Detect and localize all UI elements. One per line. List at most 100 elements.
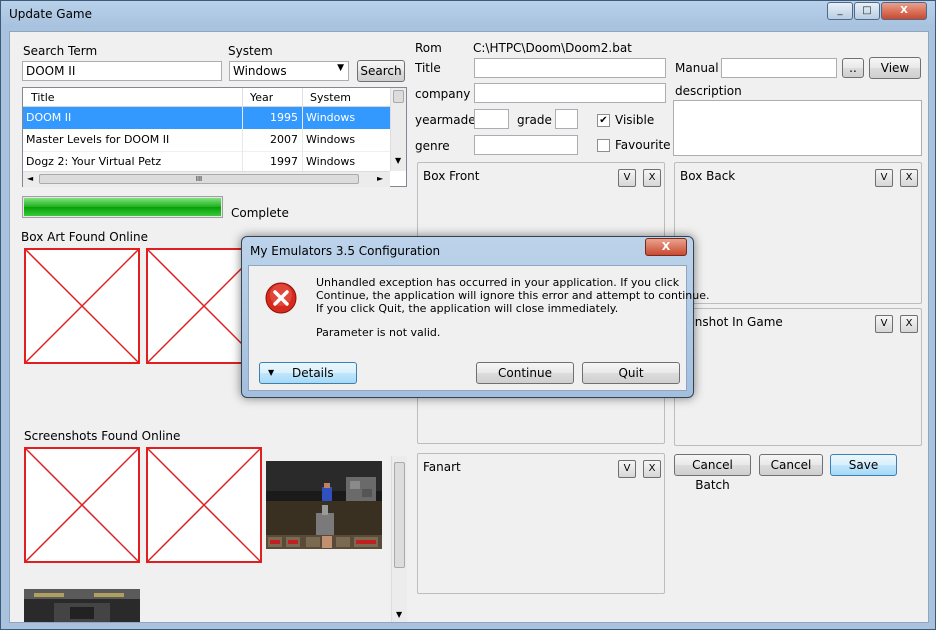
manual-input[interactable]	[721, 58, 837, 78]
chevron-down-icon: ▼	[337, 63, 344, 73]
screenshot-thumbnail[interactable]	[266, 461, 382, 549]
quit-button[interactable]: Quit	[582, 362, 680, 384]
list-horizontal-scrollbar[interactable]: ◄ III ►	[23, 171, 390, 187]
dialog-message-line: If you click Quit, the application will …	[316, 302, 619, 315]
triangle-down-icon: ▼	[268, 368, 275, 377]
column-header-title[interactable]: Title	[31, 91, 55, 104]
row-system: Windows	[306, 133, 356, 146]
box-back-remove-button[interactable]: X	[900, 169, 918, 187]
screenshots-vertical-scrollbar[interactable]: ▼	[391, 456, 407, 622]
fanart-panel: Fanart V X	[417, 453, 665, 594]
row-system: Windows	[306, 111, 356, 124]
progress-bar	[22, 196, 223, 218]
row-title: Master Levels for DOOM II	[26, 133, 170, 146]
list-vertical-scrollbar[interactable]: ▼	[390, 88, 406, 171]
maximize-button[interactable]: □	[854, 2, 880, 20]
screenshot-thumbnail[interactable]	[24, 589, 140, 622]
dialog-body: Unhandled exception has occurred in your…	[248, 265, 710, 391]
search-term-label: Search Term	[23, 44, 98, 58]
cancel-batch-button[interactable]: Cancel Batch	[674, 454, 751, 492]
dialog-error-text: Parameter is not valid.	[316, 326, 441, 339]
box-front-remove-button[interactable]: X	[643, 169, 661, 187]
browse-manual-button[interactable]: ..	[842, 58, 864, 78]
error-icon	[265, 282, 297, 314]
dialog-close-button[interactable]: X	[645, 238, 687, 256]
visible-label: Visible	[615, 113, 655, 127]
genre-label: genre	[415, 139, 450, 153]
system-select[interactable]: Windows ▼	[229, 61, 349, 81]
fanart-remove-button[interactable]: X	[643, 460, 661, 478]
favourite-checkbox[interactable]	[597, 139, 610, 152]
description-label: description	[675, 84, 742, 98]
description-input[interactable]	[673, 100, 922, 156]
column-header-system[interactable]: System	[310, 91, 351, 104]
row-system: Windows	[306, 155, 356, 168]
error-dialog: My Emulators 3.5 Configuration X Unhandl…	[241, 236, 710, 398]
close-button[interactable]: X	[881, 2, 927, 20]
fanart-label: Fanart	[423, 460, 461, 474]
company-input[interactable]	[474, 83, 666, 103]
scroll-thumb[interactable]: III	[39, 174, 359, 184]
details-label: Details	[292, 366, 334, 380]
search-input[interactable]: DOOM II	[22, 61, 222, 81]
table-row[interactable]: DOOM II 1995 Windows	[23, 107, 391, 129]
screenshot-remove-button[interactable]: X	[900, 315, 918, 333]
screenshot-in-game-panel: eenshot In Game V X	[674, 308, 922, 446]
row-title: Dogz 2: Your Virtual Petz	[26, 155, 162, 168]
genre-input[interactable]	[474, 135, 578, 155]
title-bar[interactable]: Update Game _ □ X	[1, 1, 935, 27]
yearmade-label: yearmade	[415, 113, 476, 127]
rom-path: C:\HTPC\Doom\Doom2.bat	[473, 41, 632, 55]
progress-fill	[24, 198, 221, 216]
save-button[interactable]: Save	[830, 454, 897, 476]
row-year: 1997	[270, 155, 298, 168]
screenshot-placeholder[interactable]	[146, 447, 262, 563]
visible-checkbox[interactable]: ✔	[597, 114, 610, 127]
company-label: company	[415, 87, 471, 101]
screenshots-section-label: Screenshots Found Online	[24, 429, 181, 443]
manual-label: Manual	[675, 61, 719, 75]
results-list[interactable]: Title Year System DOOM II 1995 Windows M…	[22, 87, 407, 187]
cancel-button[interactable]: Cancel	[759, 454, 823, 476]
yearmade-input[interactable]	[474, 109, 509, 129]
screenshot-placeholder[interactable]	[24, 447, 140, 563]
view-manual-button[interactable]: View	[869, 57, 921, 79]
screenshot-view-button[interactable]: V	[875, 315, 893, 333]
list-header: Title Year System	[23, 88, 391, 107]
grade-input[interactable]	[555, 109, 578, 129]
fanart-view-button[interactable]: V	[618, 460, 636, 478]
box-front-label: Box Front	[423, 169, 480, 183]
row-year: 1995	[270, 111, 298, 124]
box-art-section-label: Box Art Found Online	[21, 230, 148, 244]
table-row[interactable]: Master Levels for DOOM II 2007 Windows	[23, 129, 391, 152]
favourite-label: Favourite	[615, 138, 671, 152]
continue-button[interactable]: Continue	[476, 362, 574, 384]
minimize-button[interactable]: _	[827, 2, 853, 20]
window-title: Update Game	[9, 7, 92, 21]
system-select-value: Windows	[233, 64, 287, 78]
dialog-message-line: Unhandled exception has occurred in your…	[316, 276, 680, 289]
grade-label: grade	[517, 113, 552, 127]
row-year: 2007	[270, 133, 298, 146]
rom-label: Rom	[415, 41, 442, 55]
search-button[interactable]: Search	[357, 60, 405, 82]
title-label: Title	[415, 61, 441, 75]
scroll-right-arrow-icon[interactable]: ►	[377, 174, 383, 183]
scroll-thumb[interactable]	[394, 462, 405, 568]
row-title: DOOM II	[26, 111, 72, 124]
dialog-title: My Emulators 3.5 Configuration	[250, 244, 441, 258]
scroll-down-arrow-icon[interactable]: ▼	[395, 156, 401, 165]
box-back-label: Box Back	[680, 169, 736, 183]
box-front-view-button[interactable]: V	[618, 169, 636, 187]
title-input[interactable]	[474, 58, 666, 78]
column-header-year[interactable]: Year	[250, 91, 273, 104]
box-back-view-button[interactable]: V	[875, 169, 893, 187]
table-row[interactable]: Dogz 2: Your Virtual Petz 1997 Windows	[23, 151, 391, 173]
scroll-down-arrow-icon[interactable]: ▼	[396, 610, 402, 619]
details-button[interactable]: ▼ Details	[259, 362, 357, 384]
scroll-thumb[interactable]	[393, 90, 404, 103]
scroll-left-arrow-icon[interactable]: ◄	[27, 174, 33, 183]
check-icon: ✔	[599, 115, 608, 126]
box-art-placeholder[interactable]	[24, 248, 140, 364]
box-back-panel: Box Back V X	[674, 162, 922, 304]
